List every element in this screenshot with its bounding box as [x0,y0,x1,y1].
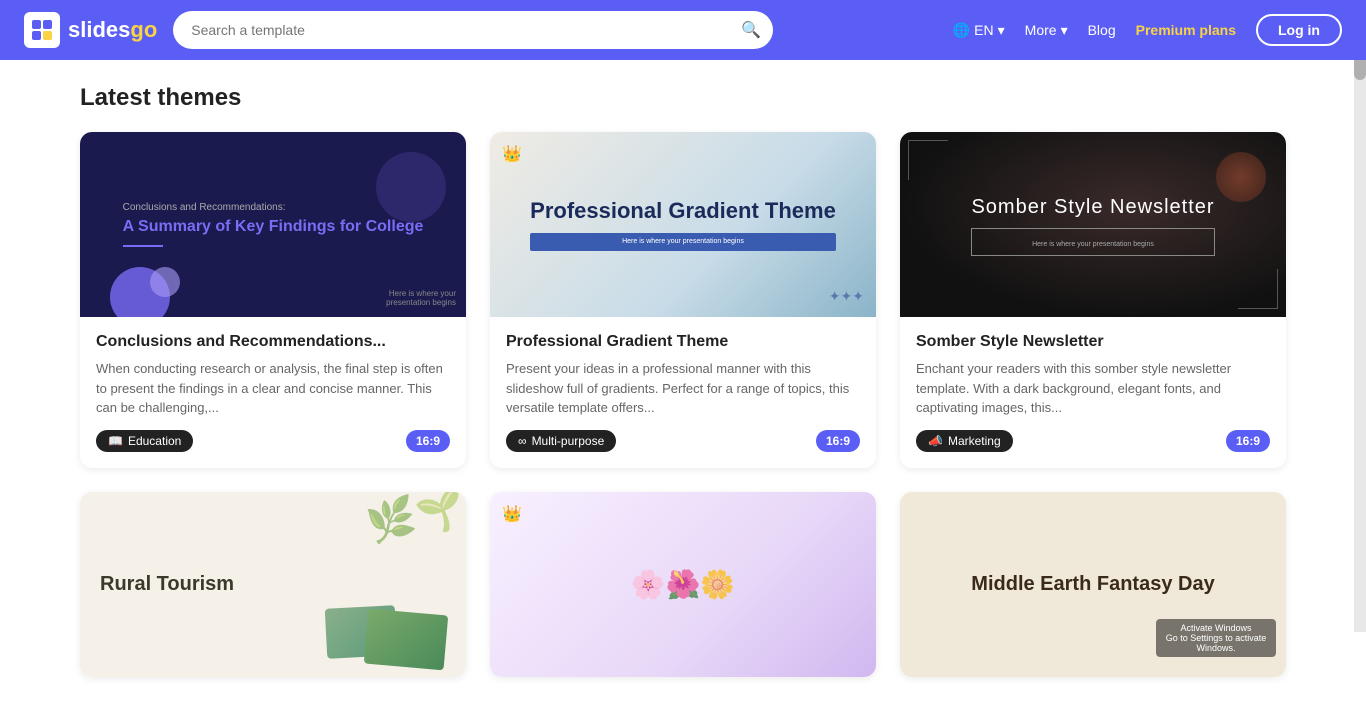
card-gradient[interactable]: 👑 Professional Gradient Theme Here is wh… [490,132,876,468]
card-6-thumbnail: Middle Earth Fantasy Day Activate Window… [900,492,1286,677]
card-2-ratio: 16:9 [816,430,860,452]
card-1-tag-label: Education [128,434,181,448]
globe-icon: 🌐 [953,22,970,39]
card-6-thumb-title: Middle Earth Fantasy Day [971,571,1214,597]
blog-link[interactable]: Blog [1088,22,1116,38]
card-6-thumb-content: Middle Earth Fantasy Day [951,551,1234,617]
card-2-tag-label: Multi-purpose [532,434,605,448]
card-2-thumb-content: Professional Gradient Theme Here is wher… [510,178,856,270]
lang-button[interactable]: 🌐 EN ▾ [953,22,1005,39]
search-icon: 🔍 [741,20,761,40]
card-5-crown-icon: 👑 [502,504,522,524]
card-3-deco-br [1238,269,1278,309]
card-4-thumb-title: Rural Tourism [100,571,234,597]
card-4-thumb-content: Rural Tourism [80,551,254,617]
header: slidesgo 🔍 🌐 EN ▾ More ▾ Blog Premium pl… [0,0,1366,60]
card-1-thumb-title: A Summary of Key Findings for College [123,217,424,238]
card-3-title: Somber Style Newsletter [916,333,1270,351]
card-floral[interactable]: 👑 🌸🌺🌼 [490,492,876,677]
logo-text: slidesgo [68,17,157,43]
card-1-thumb-subtitle: Conclusions and Recommendations: [123,202,424,213]
card-2-thumbnail: 👑 Professional Gradient Theme Here is wh… [490,132,876,317]
login-button[interactable]: Log in [1256,14,1342,46]
card-3-tag-label: Marketing [948,434,1001,448]
logo[interactable]: slidesgo [24,12,157,48]
cards-grid-row2: 🌿🌱 Rural Tourism 👑 🌸🌺🌼 Middle Ear [80,492,1286,677]
card-3-thumb-bar: Here is where your presentation begins [971,228,1214,256]
more-label: More [1025,22,1057,38]
book-icon: 📖 [108,434,123,448]
card-1-thumb-footer: Here is where yourpresentation begins [386,289,456,307]
card-3-thumb-content: Somber Style Newsletter Here is where yo… [951,174,1234,276]
card-2-title: Professional Gradient Theme [506,333,860,351]
card-1-thumbnail: Conclusions and Recommendations: A Summa… [80,132,466,317]
cards-grid: Conclusions and Recommendations: A Summa… [80,132,1286,468]
main-content: Latest themes Conclusions and Recommenda… [0,60,1366,701]
card-2-tag[interactable]: ∞ Multi-purpose [506,430,616,452]
card-2-deco-icon: ✦✦✦ [829,288,864,305]
card-somber[interactable]: Somber Style Newsletter Here is where yo… [900,132,1286,468]
card-1-title: Conclusions and Recommendations... [96,333,450,351]
infinity-icon: ∞ [518,434,527,448]
card-3-bar-text: Here is where your presentation begins [1032,241,1154,248]
card-2-bar-text: Here is where your presentation begins [622,238,744,245]
card-1-description: When conducting research or analysis, th… [96,359,450,418]
card-3-description: Enchant your readers with this somber st… [916,359,1270,418]
header-nav: 🌐 EN ▾ More ▾ Blog Premium plans Log in [953,14,1342,46]
card-5-flowers: 🌸🌺🌼 [631,568,736,601]
more-button[interactable]: More ▾ [1025,22,1068,39]
card-3-tag[interactable]: 📣 Marketing [916,430,1013,452]
section-title: Latest themes [80,84,1286,112]
card-2-thumb-bar: Here is where your presentation begins [530,233,836,251]
lang-chevron-icon: ▾ [998,22,1005,39]
activate-windows-notice: Activate WindowsGo to Settings to activa… [1156,619,1276,657]
card-rural-tourism[interactable]: 🌿🌱 Rural Tourism [80,492,466,677]
card-1-footer: 📖 Education 16:9 [96,430,450,452]
card-2-thumb-title: Professional Gradient Theme [530,198,836,224]
card-2-footer: ∞ Multi-purpose 16:9 [506,430,860,452]
search-bar: 🔍 [173,11,773,49]
card-3-ratio: 16:9 [1226,430,1270,452]
more-chevron-icon: ▾ [1061,22,1068,39]
card-1-body: Conclusions and Recommendations... When … [80,317,466,468]
card-3-footer: 📣 Marketing 16:9 [916,430,1270,452]
megaphone-icon: 📣 [928,434,943,448]
lang-label: EN [974,22,993,38]
card-4-photo [364,608,448,670]
card-3-thumb-title: Somber Style Newsletter [971,194,1214,220]
card-3-thumbnail: Somber Style Newsletter Here is where yo… [900,132,1286,317]
card-2-description: Present your ideas in a professional man… [506,359,860,418]
premium-plans-button[interactable]: Premium plans [1136,22,1236,38]
card-1-ratio: 16:9 [406,430,450,452]
card-4-leaves: 🌿🌱 [363,492,466,547]
card-4-thumbnail: 🌿🌱 Rural Tourism [80,492,466,677]
logo-icon [24,12,60,48]
card-2-body: Professional Gradient Theme Present your… [490,317,876,468]
scrollbar[interactable] [1354,0,1366,632]
card-conclusions[interactable]: Conclusions and Recommendations: A Summa… [80,132,466,468]
card-middle-earth[interactable]: Middle Earth Fantasy Day Activate Window… [900,492,1286,677]
search-input[interactable] [173,11,773,49]
card-3-body: Somber Style Newsletter Enchant your rea… [900,317,1286,468]
crown-icon: 👑 [502,144,522,164]
card-3-deco-tl [908,140,948,180]
card-1-tag[interactable]: 📖 Education [96,430,193,452]
card-5-thumb-content: 🌸🌺🌼 [611,548,756,621]
card-5-thumbnail: 👑 🌸🌺🌼 [490,492,876,677]
